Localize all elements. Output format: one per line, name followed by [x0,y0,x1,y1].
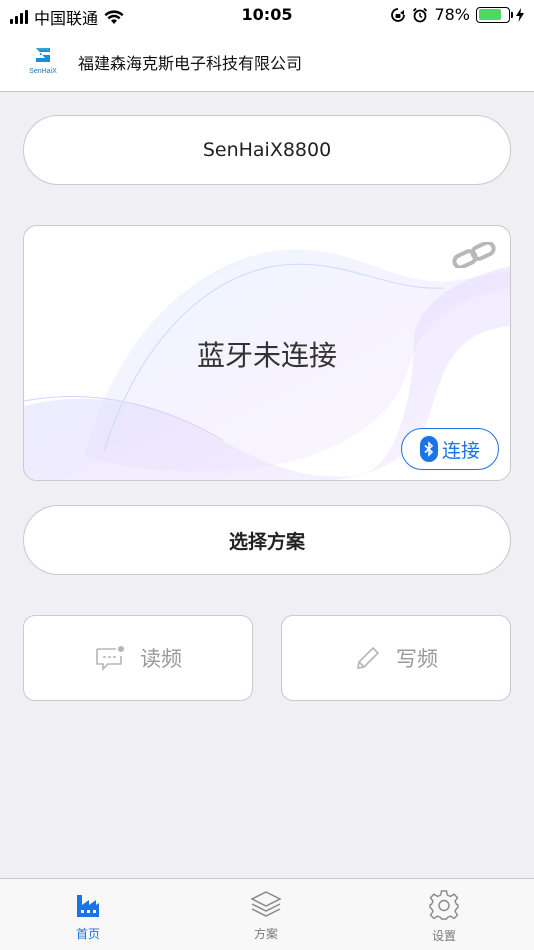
bluetooth-icon [419,436,438,462]
message-icon [96,646,124,671]
tab-home[interactable]: 首页 [38,889,138,949]
senhaix-logo: SenHaiX [29,48,57,75]
read-frequency-button[interactable]: 读频 [23,615,253,701]
select-plan-button[interactable]: 选择方案 [23,505,511,575]
select-plan-label: 选择方案 [228,530,305,553]
company-name: 福建森海克斯电子科技有限公司 [78,54,303,73]
battery-fill [478,9,502,20]
tab-home-label: 首页 [75,927,100,941]
bluetooth-status-card: 蓝牙未连接 连接 [23,225,511,481]
device-name-label: SenHaiX8800 [202,139,332,161]
nav-bar: SenHaiX 福建森海克斯电子科技有限公司 [0,30,534,92]
factory-icon [77,895,99,917]
bluetooth-status-text: 蓝牙未连接 [196,339,337,372]
connect-button[interactable]: 连接 [401,428,499,470]
write-frequency-button[interactable]: 写频 [281,615,511,701]
logo-text: SenHaiX [29,68,57,75]
tab-bar: 首页 方案 设置 [0,878,534,950]
tab-settings[interactable]: 设置 [394,889,494,949]
read-frequency-label: 读频 [140,647,182,671]
pencil-icon [357,646,380,669]
battery-percent: 78% [434,5,470,24]
gear-icon [429,890,459,920]
rotation-lock-icon [391,7,406,22]
connect-label: 连接 [441,439,480,462]
status-right: 78% [390,5,524,24]
battery-icon [476,6,513,23]
layers-icon [250,891,282,917]
alarm-icon [413,7,428,22]
write-frequency-label: 写频 [396,647,438,671]
device-name-button[interactable]: SenHaiX8800 [23,115,511,185]
status-bar: 中国联通 10:05 78% [0,0,534,30]
tab-plan-label: 方案 [253,927,278,941]
tab-plan[interactable]: 方案 [216,889,316,949]
charging-icon [516,7,524,22]
link-icon [452,242,496,268]
tab-settings-label: 设置 [431,929,456,943]
